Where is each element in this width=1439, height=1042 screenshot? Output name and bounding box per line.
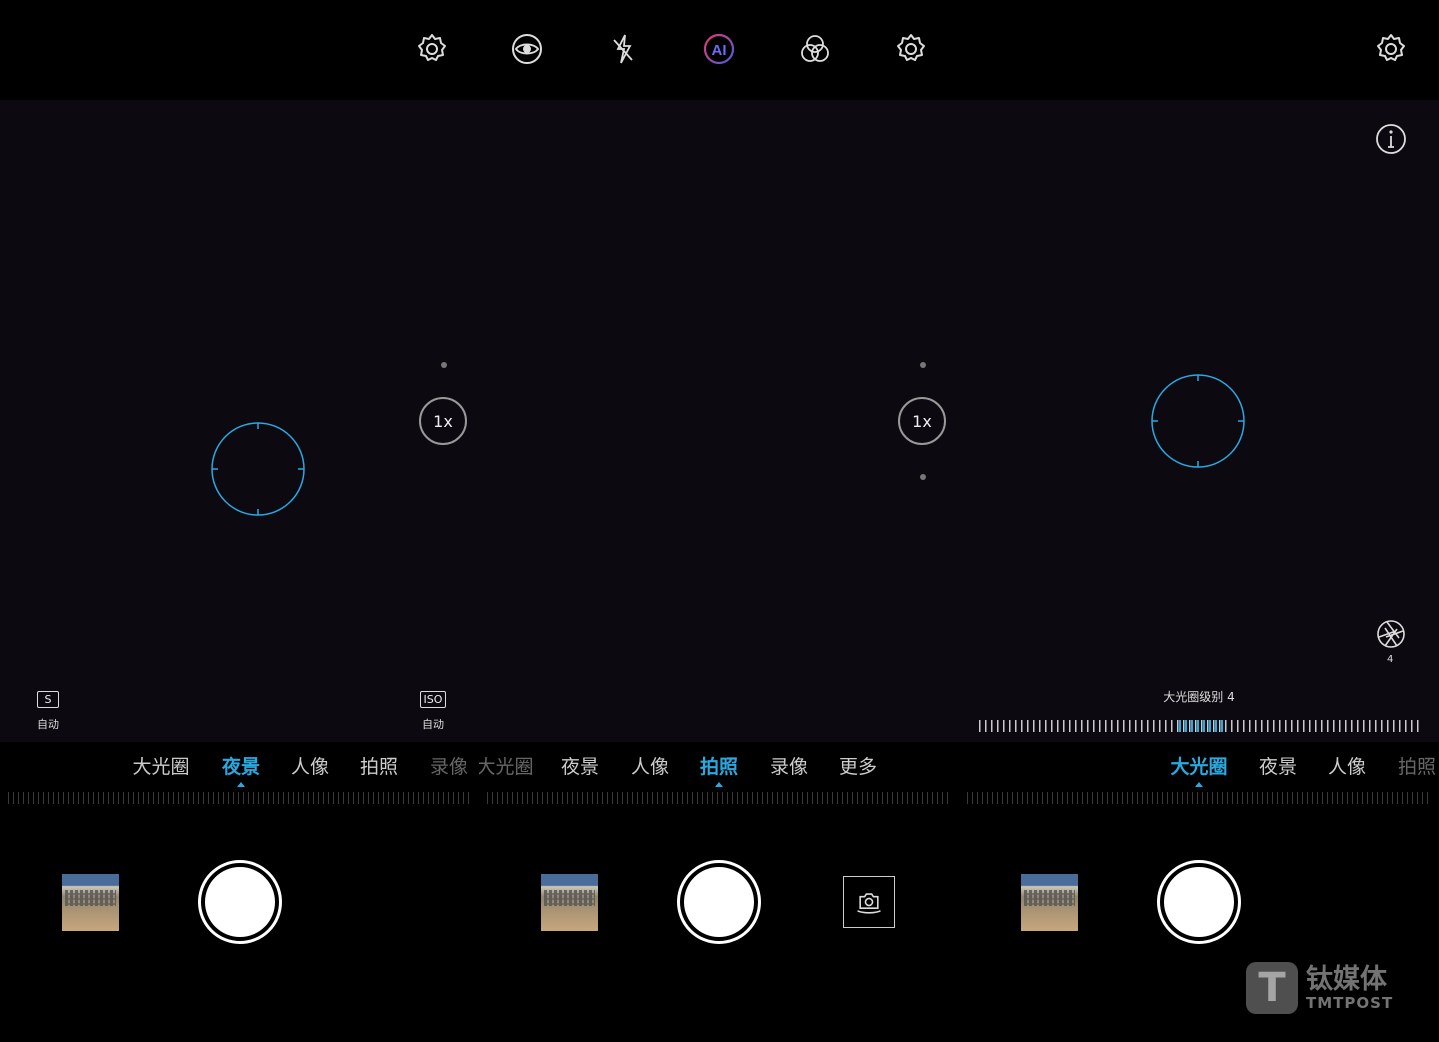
zoom-button[interactable]: 1x — [898, 397, 946, 445]
zoom-dot — [441, 362, 447, 368]
aperture-slider-highlight — [1179, 720, 1223, 732]
top-toolbar: AI — [479, 0, 959, 100]
mode-night[interactable]: 夜景 — [561, 752, 599, 779]
ai-icon[interactable]: AI — [702, 32, 736, 66]
active-mode-indicator — [1195, 782, 1203, 787]
settings-icon[interactable] — [1374, 32, 1408, 66]
focus-ring[interactable] — [210, 421, 306, 517]
active-mode-indicator — [715, 782, 723, 787]
shutter-value: 自动 — [37, 718, 59, 731]
mode-portrait[interactable]: 人像 — [291, 752, 329, 779]
aperture-level-label: 大光圈级别 4 — [1163, 690, 1235, 704]
iso-control[interactable]: ISO 自动 — [413, 688, 453, 732]
aperture-icon[interactable] — [1374, 617, 1408, 651]
mode-scale — [487, 792, 951, 804]
switch-camera-button[interactable] — [843, 876, 895, 928]
mode-aperture[interactable]: 大光圈 — [1170, 752, 1227, 779]
mode-aperture[interactable]: 大光圈 — [479, 752, 534, 779]
mode-portrait[interactable]: 人像 — [631, 752, 669, 779]
mode-video[interactable]: 录像 — [430, 752, 468, 779]
mode-scale — [967, 792, 1431, 804]
gallery-thumbnail[interactable] — [541, 874, 598, 931]
night-mode-panel: 1x S 自动 ISO 自动 大光圈 夜景 人像 拍照 录像 — [0, 0, 479, 1042]
mode-photo[interactable]: 拍照 — [1398, 752, 1436, 779]
mode-photo[interactable]: 拍照 — [360, 752, 398, 779]
shutter-button[interactable] — [198, 860, 282, 944]
aperture-slider[interactable] — [979, 720, 1419, 732]
top-toolbar — [959, 0, 1439, 100]
iso-value: 自动 — [422, 718, 444, 731]
ai-label: AI — [712, 42, 727, 59]
mode-photo[interactable]: 拍照 — [700, 752, 738, 779]
zoom-dot — [920, 362, 926, 368]
flash-off-icon[interactable] — [606, 32, 640, 66]
tmtpost-logo: T — [1246, 962, 1298, 1014]
mode-aperture[interactable]: 大光圈 — [132, 752, 189, 779]
photo-mode-panel: AI 1x 大光圈 夜景 人像 拍照 录像 更多 — [479, 0, 959, 1042]
settings-icon[interactable] — [415, 32, 449, 66]
switch-camera-icon — [857, 893, 881, 914]
gallery-thumbnail[interactable] — [1021, 874, 1078, 931]
top-toolbar — [0, 0, 479, 100]
active-mode-indicator — [237, 782, 245, 787]
mode-night[interactable]: 夜景 — [222, 752, 260, 779]
zoom-button[interactable]: 1x — [419, 397, 467, 445]
filter-icon[interactable] — [798, 32, 832, 66]
mode-more[interactable]: 更多 — [839, 752, 877, 779]
mode-video[interactable]: 录像 — [770, 752, 808, 779]
shutter-button[interactable] — [677, 860, 761, 944]
gallery-thumbnail[interactable] — [62, 874, 119, 931]
watermark-cn: 钛媒体 — [1306, 964, 1387, 995]
shutter-icon: S — [37, 691, 59, 708]
shutter-speed-control[interactable]: S 自动 — [28, 688, 68, 732]
mode-portrait[interactable]: 人像 — [1328, 752, 1366, 779]
info-icon[interactable] — [1374, 122, 1408, 156]
iso-icon: ISO — [419, 691, 447, 708]
mode-night[interactable]: 夜景 — [1259, 752, 1297, 779]
focus-ring[interactable] — [1150, 373, 1246, 469]
tmtpost-watermark: T 钛媒体 TMTPOST — [1246, 962, 1393, 1014]
watermark-en: TMTPOST — [1306, 994, 1394, 1012]
settings-icon[interactable] — [894, 32, 928, 66]
viewfinder[interactable] — [479, 100, 959, 742]
mode-scale — [8, 792, 471, 804]
aperture-eye-icon[interactable] — [510, 32, 544, 66]
aperture-mode-panel: 4 大光圈级别 4 大光圈 夜景 人像 拍照 — [959, 0, 1439, 1042]
aperture-value: 4 — [1387, 654, 1394, 665]
shutter-button[interactable] — [1157, 860, 1241, 944]
zoom-dot — [920, 474, 926, 480]
